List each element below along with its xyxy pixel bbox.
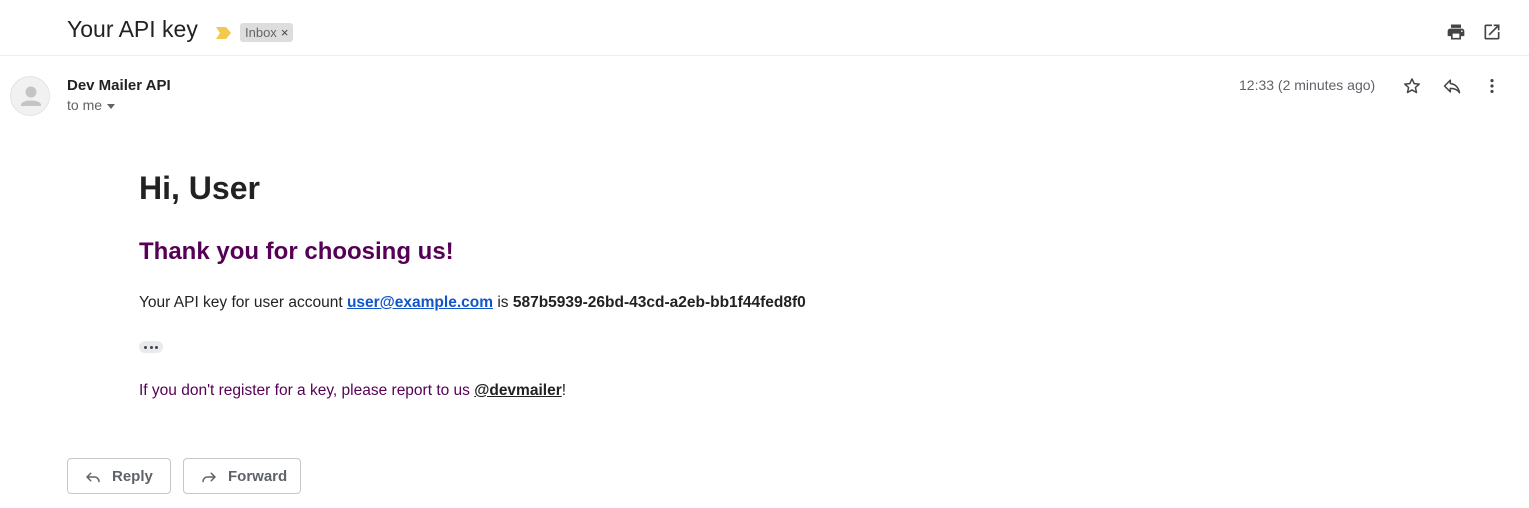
message-timestamp: 12:33 (2 minutes ago) xyxy=(1239,77,1376,93)
default-avatar-icon xyxy=(21,86,41,106)
inbox-label-text: Inbox xyxy=(245,25,277,40)
show-trimmed-content-button[interactable] xyxy=(139,341,163,353)
forward-button-label: Forward xyxy=(228,468,288,485)
more-options-icon[interactable] xyxy=(1482,76,1502,96)
open-in-new-window-icon[interactable] xyxy=(1482,22,1502,42)
subject-header: Your API key Inbox × xyxy=(0,0,1529,56)
star-icon[interactable] xyxy=(1402,76,1422,96)
greeting-heading: Hi, User xyxy=(139,170,260,206)
report-line: If you don't register for a key, please … xyxy=(139,382,566,400)
forward-arrow-icon xyxy=(202,472,216,483)
api-key-line: Your API key for user account user@examp… xyxy=(139,294,806,312)
api-key-connector: is xyxy=(493,294,513,311)
sender-name[interactable]: Dev Mailer API xyxy=(67,77,171,94)
email-view: Your API key Inbox × Dev Mailer API to me… xyxy=(0,0,1529,508)
thanks-heading: Thank you for choosing us! xyxy=(139,238,454,265)
api-key-value: 587b5939-26bd-43cd-a2eb-bb1f44fed8f0 xyxy=(512,294,806,311)
devmailer-handle-link[interactable]: @devmailer xyxy=(474,382,562,399)
reply-button[interactable]: Reply xyxy=(67,458,171,494)
remove-label-button[interactable]: × xyxy=(281,25,289,40)
reply-arrow-icon xyxy=(86,472,100,483)
user-email-link[interactable]: user@example.com xyxy=(347,294,493,311)
reply-button-label: Reply xyxy=(112,468,153,485)
forward-button[interactable]: Forward xyxy=(183,458,301,494)
email-subject: Your API key xyxy=(67,16,198,42)
report-prefix: If you don't register for a key, please … xyxy=(139,382,475,399)
recipient-details-toggle[interactable]: to me xyxy=(67,97,116,113)
api-key-prefix: Your API key for user account xyxy=(139,294,347,311)
reply-icon[interactable] xyxy=(1442,76,1462,96)
print-icon[interactable] xyxy=(1446,22,1466,42)
importance-marker-icon[interactable] xyxy=(215,26,232,40)
report-suffix: ! xyxy=(561,382,567,399)
sender-avatar[interactable] xyxy=(10,76,50,116)
recipient-label: to me xyxy=(67,97,103,113)
inbox-label-chip: Inbox × xyxy=(240,23,294,42)
chevron-down-icon xyxy=(107,103,116,109)
